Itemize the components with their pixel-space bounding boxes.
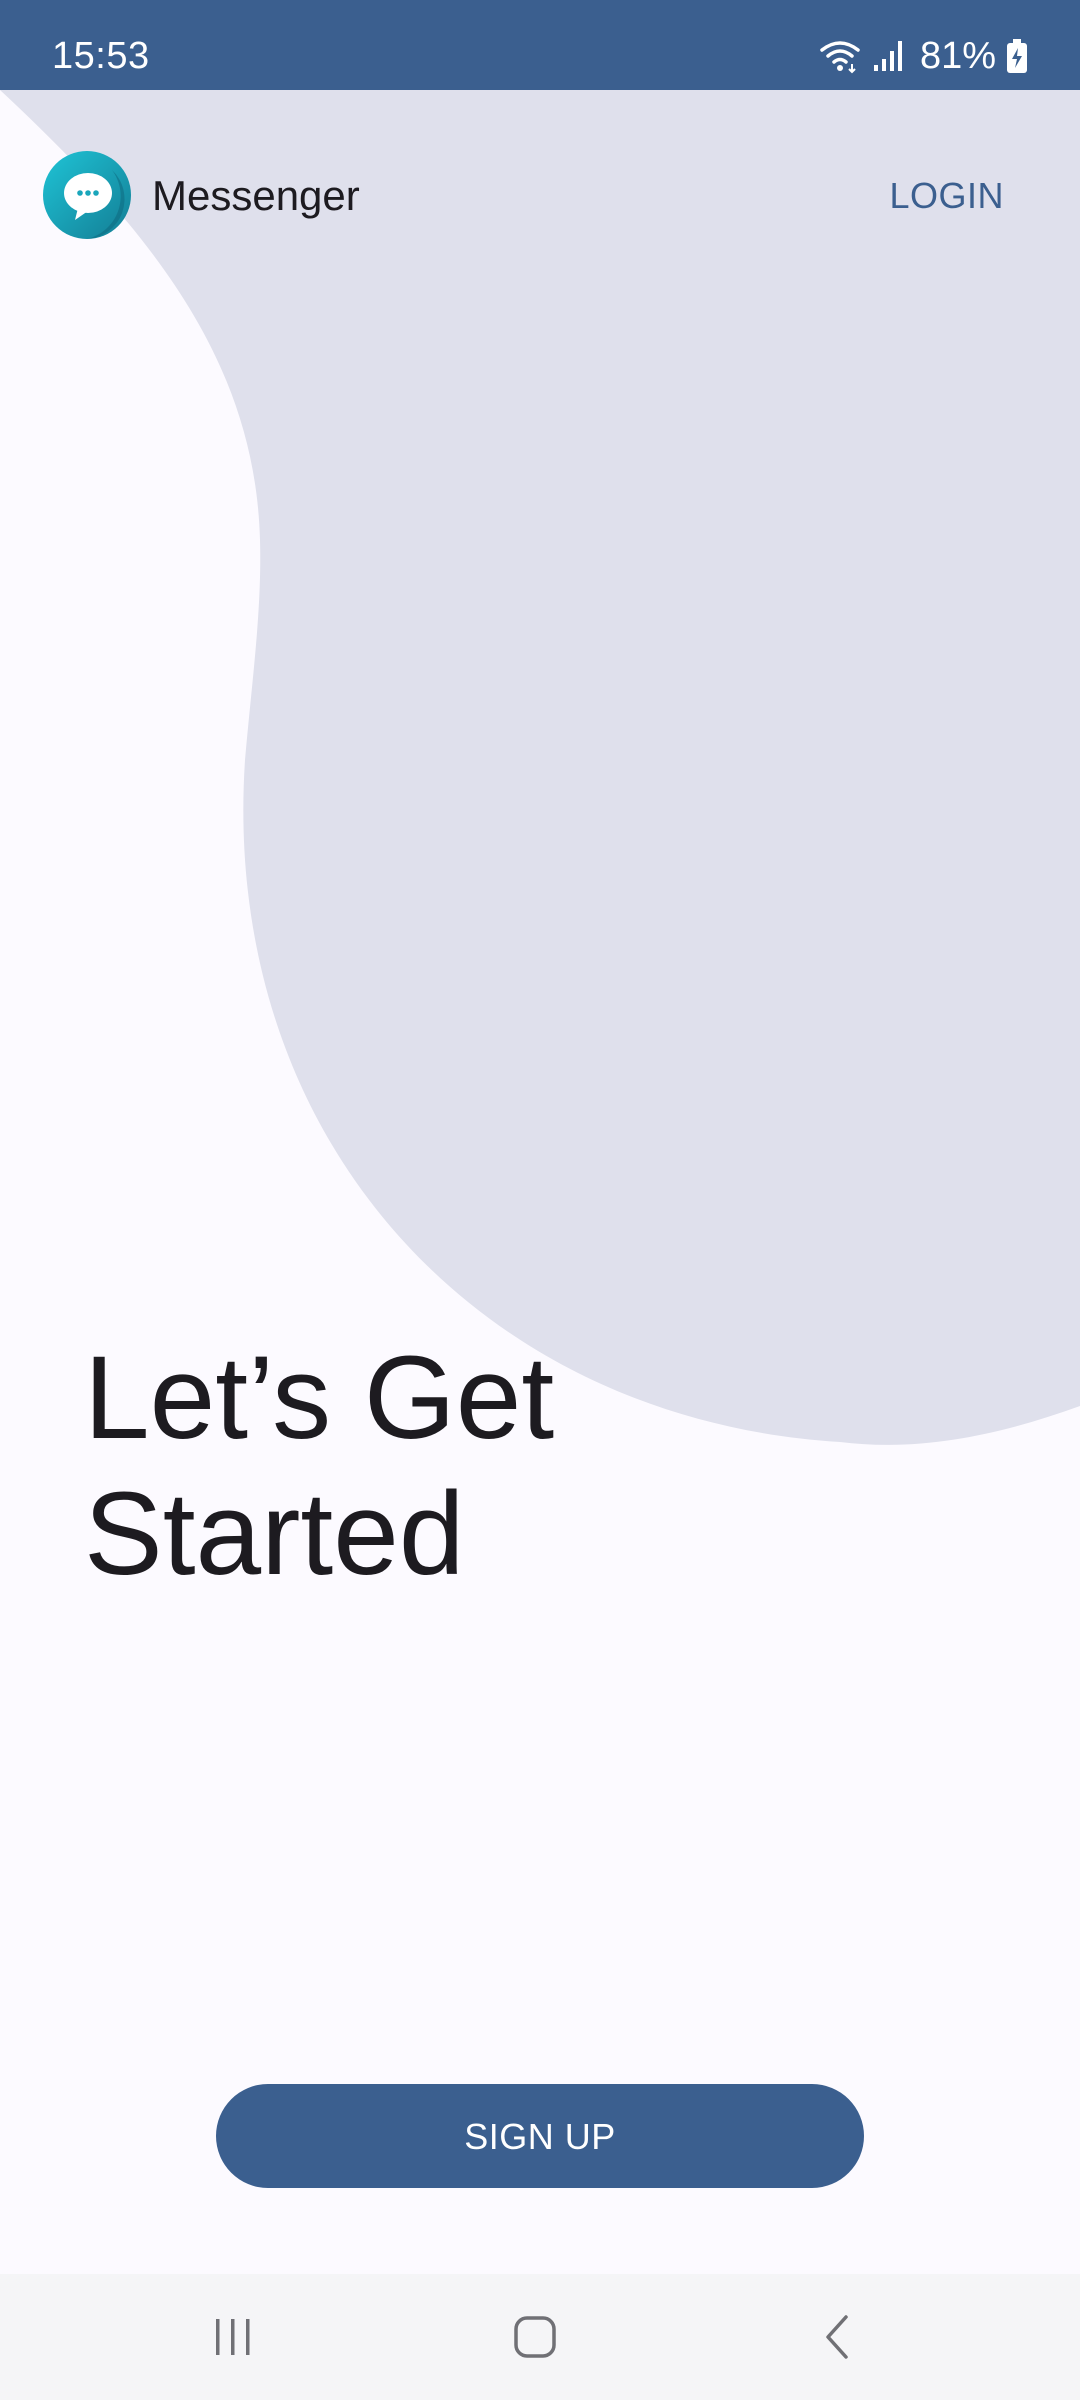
headline-line-1: Let’s Get bbox=[84, 1332, 555, 1464]
status-icons: 81% bbox=[818, 0, 1028, 90]
recent-apps-icon bbox=[216, 2319, 250, 2355]
home-icon bbox=[514, 2316, 556, 2358]
battery-charging-icon bbox=[1007, 39, 1027, 73]
signal-icon bbox=[873, 41, 902, 71]
back-icon bbox=[826, 2315, 848, 2359]
login-button[interactable]: LOGIN bbox=[889, 160, 1004, 232]
system-nav-bar bbox=[0, 2274, 1080, 2400]
headline-line-2: Started bbox=[84, 1468, 465, 1600]
battery-percentage: 81% bbox=[919, 34, 996, 77]
chat-bubble-logo-icon bbox=[43, 151, 131, 239]
wifi-icon bbox=[820, 41, 860, 74]
back-button[interactable] bbox=[778, 2274, 898, 2400]
recent-apps-button[interactable] bbox=[173, 2274, 293, 2400]
signup-button[interactable]: SIGN UP bbox=[216, 2084, 864, 2188]
status-time: 15:53 bbox=[52, 35, 150, 77]
app-name: Messenger bbox=[152, 172, 360, 219]
page-title: Let’s Get Started bbox=[84, 1330, 554, 1602]
home-button[interactable] bbox=[475, 2274, 595, 2400]
status-bar: 15:53 81% bbox=[0, 0, 1080, 90]
app-bar: Messenger LOGIN bbox=[0, 90, 1080, 300]
